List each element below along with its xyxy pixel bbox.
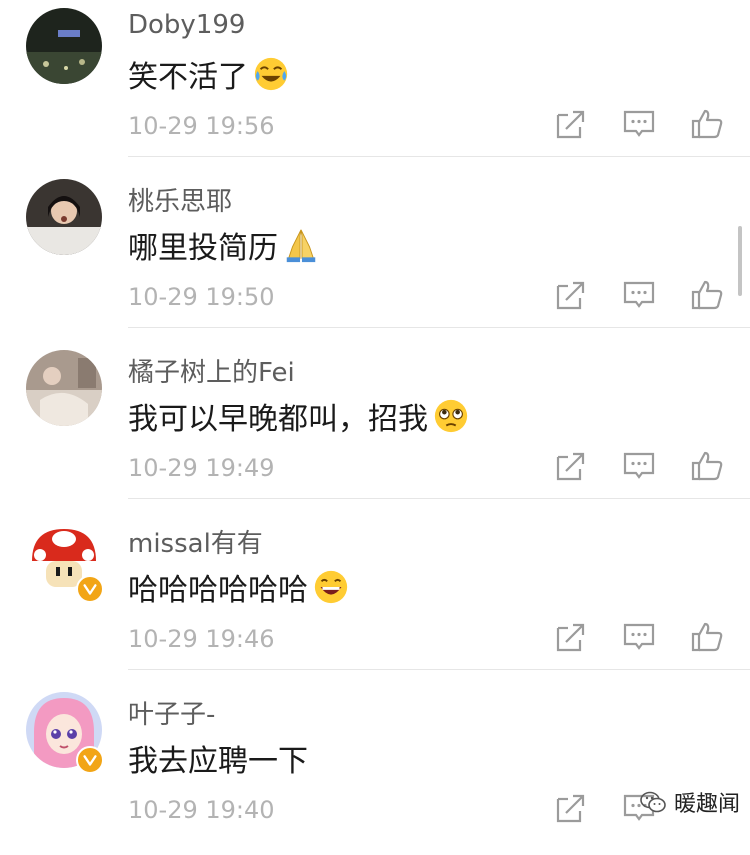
pleading-face-emoji [432,397,470,435]
comment-item: 叶子子- 我去应聘一下 10-29 19:40 [0,684,750,855]
comment-text: 我去应聘一下 [128,744,308,779]
comment-text: 哪里投简历 [128,223,320,267]
verified-badge-icon [76,575,104,603]
grinning-face-emoji [312,568,350,606]
comment-item: missal有有 哈哈哈哈哈哈 10-29 19:46 [0,513,750,684]
comment-text: 我可以早晚都叫，招我 [128,394,470,438]
avatar[interactable] [26,350,102,426]
comment-time: 10-29 19:46 [128,625,275,653]
username[interactable]: missal有有 [128,523,263,560]
comment-time: 10-29 19:40 [128,796,275,824]
share-icon[interactable] [554,278,588,312]
avatar[interactable] [26,8,102,84]
comment-time: 10-29 19:49 [128,454,275,482]
username[interactable]: 桃乐思耶 [128,181,232,218]
thumbs-up-icon[interactable] [690,107,724,141]
username[interactable]: 橘子树上的Fei [128,352,295,389]
tears-of-joy-emoji [252,55,290,93]
comment-time: 10-29 19:56 [128,112,275,140]
username[interactable]: Doby199 [128,10,245,40]
comment-item: 桃乐思耶 哪里投简历 10-29 19:50 [0,171,750,342]
comment-icon[interactable] [622,278,656,312]
verified-badge-icon [76,746,104,774]
divider [128,669,750,670]
wechat-icon [640,790,666,814]
comment-text: 笑不活了 [128,52,290,96]
scrollbar[interactable] [738,226,742,296]
divider [128,327,750,328]
thumbs-up-icon[interactable] [690,620,724,654]
avatar[interactable] [26,179,102,255]
share-icon[interactable] [554,620,588,654]
share-icon[interactable] [554,791,588,825]
share-icon[interactable] [554,449,588,483]
comment-icon[interactable] [622,620,656,654]
username[interactable]: 叶子子- [128,694,215,731]
comment-time: 10-29 19:50 [128,283,275,311]
folded-hands-emoji [282,226,320,264]
thumbs-up-icon[interactable] [690,449,724,483]
comment-item: Doby199 笑不活了 10-29 19:56 [0,0,750,171]
watermark: 暖趣闻 [640,786,740,818]
thumbs-up-icon[interactable] [690,278,724,312]
watermark-text: 暖趣闻 [674,792,741,817]
divider [128,498,750,499]
comment-text: 哈哈哈哈哈哈 [128,565,350,609]
divider [128,156,750,157]
comment-icon[interactable] [622,449,656,483]
share-icon[interactable] [554,107,588,141]
comment-icon[interactable] [622,107,656,141]
comment-item: 橘子树上的Fei 我可以早晚都叫，招我 10-29 19:49 [0,342,750,513]
